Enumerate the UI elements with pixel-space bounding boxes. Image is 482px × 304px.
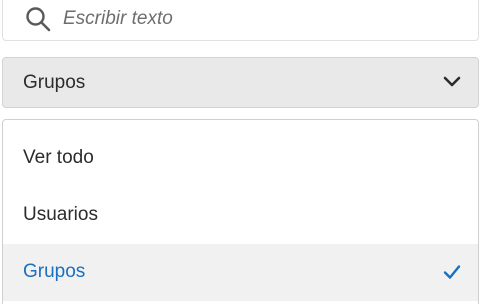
menu-item-usuarios[interactable]: Usuarios bbox=[3, 187, 478, 244]
menu-item-grupos[interactable]: Grupos bbox=[3, 244, 478, 301]
menu-item-label: Ver todo bbox=[23, 147, 94, 168]
search-input[interactable] bbox=[63, 4, 463, 34]
menu-item-label: Grupos bbox=[23, 261, 86, 282]
menu-item-label: Usuarios bbox=[23, 204, 98, 225]
search-icon bbox=[26, 7, 51, 32]
search-field[interactable] bbox=[2, 0, 479, 41]
menu-item-ver-todo[interactable]: Ver todo bbox=[3, 130, 478, 187]
select-value: Grupos bbox=[23, 72, 86, 93]
dropdown-menu: Ver todo Usuarios Grupos bbox=[2, 119, 479, 304]
checkmark-icon bbox=[443, 265, 461, 279]
chevron-down-icon bbox=[443, 76, 461, 87]
group-type-select[interactable]: Grupos bbox=[2, 57, 479, 108]
groups-filter-panel: Grupos Ver todo Usuarios Grupos bbox=[0, 0, 482, 304]
